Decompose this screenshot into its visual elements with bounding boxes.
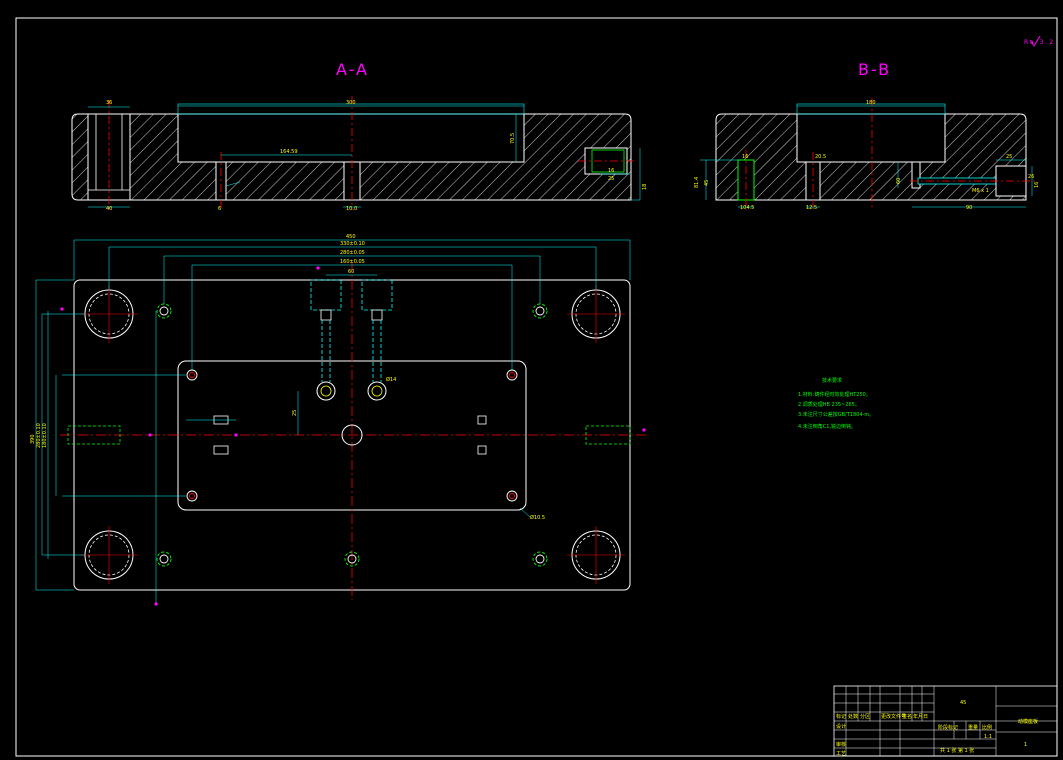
dim-b-mid-2: 12.5 [806, 205, 817, 211]
title-col-label: 分区 [860, 713, 870, 720]
dim-b-height-1: 81.4 [694, 177, 700, 188]
title-weight-label: 重量 [968, 724, 978, 731]
guide-hole-top-left [80, 285, 138, 343]
dim-plan-side-4: 25 [292, 410, 298, 416]
guide-hole-bottom-right [567, 526, 625, 584]
title-row-label: 审核 [836, 741, 846, 748]
dim-b-top-width: 180 [866, 100, 876, 106]
plan-dim-lines [35, 239, 631, 604]
dim-plan-overall: 450 [346, 234, 356, 240]
dim-a-small-left: 6 [218, 206, 221, 212]
title-col-label: 签名 [902, 713, 912, 720]
title-row-label: 设计 [836, 723, 846, 730]
dim-b-right-2: 90 [966, 205, 972, 211]
dim-b-mid-1: 20.5 [815, 154, 826, 160]
dim-a-right-1: 16 [608, 168, 614, 174]
tech-req-item: 3.未注尺寸公差按GB/T1804-m。 [798, 411, 874, 418]
dim-b-left-hole: 16 [742, 154, 748, 160]
dim-a-left-bottom: 40 [106, 206, 112, 212]
guide-hole-top-right [567, 285, 625, 343]
tech-req-item: 1.材料:铸件经时效处理HT250。 [798, 391, 871, 398]
section-a-view: 36 300 40 164.59 10.0 70.5 6 16 25 18 [71, 96, 648, 212]
title-stage-label: 阶段标记 [938, 724, 958, 731]
dim-plan-plate: Ø10.5 [530, 514, 545, 521]
title-block: 45 1 动模座板 阶段标记 重量 比例 1:1 共 1 张 第 1 张 标记 … [833, 685, 1058, 757]
tech-req-heading: 技术要求 [822, 377, 842, 384]
dim-b-right-3: 60 [896, 178, 902, 184]
tech-req-item: 2.调质处理HB 235~265。 [798, 401, 860, 408]
dim-b-right-1: 25 [1006, 154, 1012, 160]
dim-plan-3: 280±0.05 [340, 250, 365, 256]
dim-a-left-hole: 36 [106, 100, 112, 106]
dim-plan-side-3: 180±0.10 [42, 423, 48, 448]
plan-view: 450 330±0.10 280±0.05 160±0.05 60 390 28… [30, 234, 646, 606]
title-material: 45 [960, 700, 966, 706]
dim-plan-5: 60 [348, 269, 354, 275]
dim-plan-4: 160±0.05 [340, 259, 365, 265]
title-drawing-name: 动模座板 [1018, 718, 1038, 725]
section-b-view: 180 81.4 45 16 104.5 20.5 12.5 25 90 60 … [694, 98, 1040, 211]
title-quantity: 1 [1024, 742, 1027, 748]
title-col-label: 处数 [848, 713, 858, 720]
dim-a-depth: 70.5 [510, 133, 516, 144]
dim-plan-hole-dia: Ø14 [386, 376, 396, 383]
surface-roughness-mark: Ra 3.2 [1024, 35, 1055, 47]
dim-a-bottom-center: 10.0 [346, 206, 357, 212]
dim-b-right-5: 26 [1028, 174, 1034, 180]
dim-a-top-width: 300 [346, 100, 356, 106]
title-col-label: 年月日 [913, 713, 928, 720]
dim-b-right-4: 16 [1034, 182, 1040, 188]
dim-a-right-2: 25 [608, 176, 614, 182]
section-a-title: A-A [336, 60, 369, 79]
dim-plan-2: 330±0.10 [340, 241, 365, 247]
dim-a-inner-span: 164.59 [280, 149, 298, 155]
cad-drawing-canvas: Ra 3.2 A-A 36 300 40 164.59 10.0 70.5 6 … [15, 17, 1058, 757]
dim-a-right-3: 18 [642, 184, 648, 190]
title-row-label: 工艺 [836, 751, 846, 757]
title-sheet-info: 共 1 张 第 1 张 [940, 747, 974, 754]
dim-b-bottom-left: 104.5 [740, 205, 754, 211]
technical-requirements: 技术要求 1.材料:铸件经时效处理HT250。 2.调质处理HB 235~265… [798, 377, 874, 430]
guide-hole-bottom-left [80, 526, 138, 584]
dim-b-height-2: 45 [704, 180, 710, 186]
title-scale-label: 比例 [982, 724, 992, 731]
section-b-title: B-B [858, 60, 891, 79]
dim-b-right-thread: M6 x 1 [972, 188, 989, 194]
tech-req-item: 4.未注倒角C1,锐边倒钝。 [798, 423, 856, 430]
ejector-channels [310, 279, 393, 401]
roughness-text: Ra 3.2 [1024, 39, 1055, 46]
title-row-label: 标记 [836, 713, 846, 720]
title-scale-value: 1:1 [984, 734, 992, 740]
